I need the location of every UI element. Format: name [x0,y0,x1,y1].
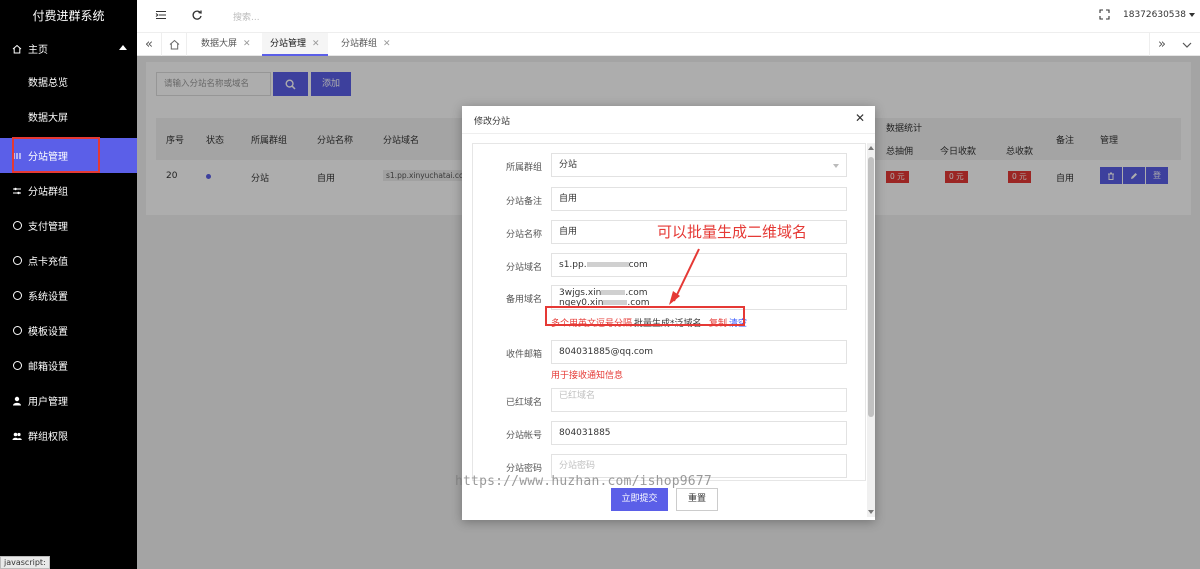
tabs-scroll-right-icon[interactable]: » [1149,33,1174,56]
submit-button[interactable]: 立即提交 [611,488,668,511]
email-hint: 用于接收通知信息 [551,371,624,381]
tab-substation-management[interactable]: 分站管理 ✕ [262,33,328,56]
tab-label: 数据大屏 [201,39,238,49]
redacted-text [601,290,626,295]
modal-scrollbar[interactable] [867,143,875,517]
sidebar-item-user-management[interactable]: 用户管理 [0,383,137,418]
tab-data-screen[interactable]: 数据大屏 ✕ [193,33,259,56]
backup-line-prefix: 3wjgs.xin [559,288,602,298]
sidebar-item-card-recharge[interactable]: 点卡充值 [0,243,137,278]
field-label: 分站名称 [506,230,543,240]
check-circle-icon [12,256,22,266]
chevron-down-icon [1189,12,1195,17]
watermark: https://www.huzhan.com/ishop9677 [455,474,712,489]
field-label: 已红域名 [506,398,543,408]
group-select[interactable]: 分站 [551,153,847,177]
sidebar-item-label: 用户管理 [28,397,68,408]
backup-line-suffix: .com [625,288,648,298]
scroll-down-icon[interactable] [868,510,874,514]
field-label: 分站帐号 [506,431,543,441]
sidebar-item-mail-settings[interactable]: 邮箱设置 [0,348,137,383]
sidebar-item-payment[interactable]: 支付管理 [0,208,137,243]
domain-prefix: s1.pp. [559,260,587,270]
field-label: 所属群组 [506,163,543,173]
sidebar-item-label: 数据总览 [28,78,68,89]
group-select-value: 分站 [559,160,578,170]
sidebar-item-home[interactable]: 主页 [0,31,137,66]
modal-title: 修改分站 [474,117,511,127]
check-circle-icon [12,361,22,371]
close-icon[interactable]: ✕ [855,111,865,125]
users-icon [12,431,22,441]
sidebar-item-data-screen[interactable]: 数据大屏 [0,99,137,134]
username: 18372630538 [1123,10,1186,20]
remark-field[interactable]: 自用 [551,187,847,211]
status-bar: javascript: [0,556,50,569]
sliders-icon [12,186,22,196]
close-icon[interactable]: ✕ [383,39,391,49]
user-icon [12,396,22,406]
close-icon[interactable]: ✕ [312,39,320,49]
field-label: 收件邮箱 [506,350,543,360]
annotation-text: 可以批量生成二维域名 [657,223,808,241]
sidebar-item-label: 主页 [28,45,48,56]
sidebar-item-label: 点卡充值 [28,257,68,268]
tabs-scroll-left-icon[interactable]: « [137,33,162,56]
sidebar: 付费进群系统 主页 数据总览 数据大屏 分站管理 分站群组 支付管理 点卡充值 … [0,0,137,569]
top-header: 搜索... 18372630538 [137,0,1200,32]
sidebar-item-label: 支付管理 [28,222,68,233]
fullscreen-icon[interactable] [1097,9,1111,23]
divider [462,133,875,134]
sidebar-item-label: 分站群组 [28,187,68,198]
scrollbar-thumb[interactable] [868,157,874,417]
field-label: 分站密码 [506,464,543,474]
tab-label: 分站管理 [270,39,307,49]
sidebar-item-group-permissions[interactable]: 群组权限 [0,418,137,453]
annotation-arrow-icon [669,248,700,305]
sidebar-item-label: 模板设置 [28,327,68,338]
refresh-icon[interactable] [190,9,204,23]
highlight-box [12,137,100,173]
field-label: 分站备注 [506,197,543,207]
close-icon[interactable]: ✕ [243,39,251,49]
sidebar-item-data-overview[interactable]: 数据总览 [0,64,137,99]
email-field[interactable]: 804031885@qq.com [551,340,847,364]
caret-up-icon [119,45,127,50]
user-menu[interactable]: 18372630538 [1123,10,1195,20]
field-label: 备用域名 [506,295,543,305]
menu-toggle-icon[interactable] [154,9,168,23]
home-tab-icon[interactable] [162,33,187,56]
tab-substation-groups[interactable]: 分站群组 ✕ [333,33,399,56]
redacted-text [586,262,629,267]
tabs-bar: « 数据大屏 ✕ 分站管理 ✕ 分站群组 ✕ » [137,32,1200,56]
check-circle-icon [12,291,22,301]
sidebar-item-label: 系统设置 [28,292,68,303]
sidebar-item-substation-groups[interactable]: 分站群组 [0,173,137,208]
check-circle-icon [12,221,22,231]
field-label: 分站域名 [506,263,543,273]
chevron-down-icon [833,164,839,168]
app-logo: 付费进群系统 [32,9,105,23]
sidebar-item-system-settings[interactable]: 系统设置 [0,278,137,313]
sidebar-item-template-settings[interactable]: 模板设置 [0,313,137,348]
reset-button[interactable]: 重置 [676,488,718,511]
check-circle-icon [12,326,22,336]
tab-label: 分站群组 [341,39,378,49]
tabs-menu-chevron-icon[interactable] [1174,33,1199,56]
home-icon [12,44,22,54]
blocked-domains-textarea[interactable]: 已红域名 [551,388,847,412]
sidebar-item-label: 数据大屏 [28,113,68,124]
scroll-up-icon[interactable] [868,146,874,150]
redacted-text [603,300,628,305]
domain-suffix: com [628,260,648,270]
annotation-box [545,306,745,326]
header-search-input[interactable]: 搜索... [233,10,260,23]
sidebar-item-label: 群组权限 [28,432,68,443]
account-field[interactable]: 804031885 [551,421,847,445]
sidebar-item-label: 邮箱设置 [28,362,68,373]
